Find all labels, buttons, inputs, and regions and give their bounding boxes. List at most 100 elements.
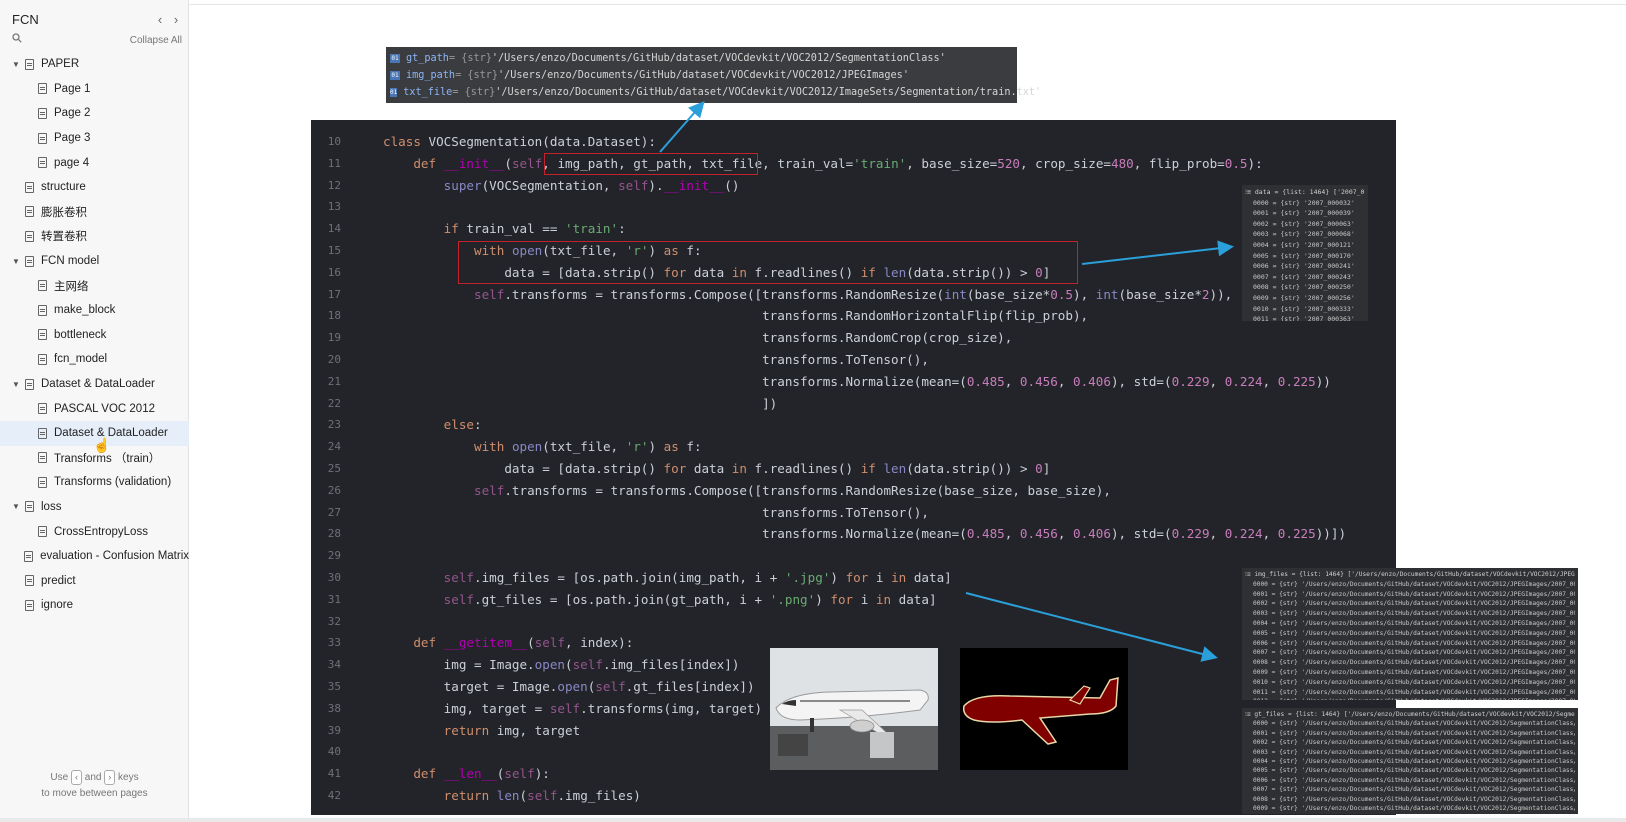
sidebar-item[interactable]: fcn_model (0, 347, 189, 372)
prev-page-button[interactable]: ‹ (152, 12, 168, 27)
popup-row[interactable]: 0006 = {str} '2007_000241' (1245, 261, 1365, 272)
popup-row[interactable]: 0009 = {str} '/Users/enzo/Documents/GitH… (1245, 804, 1575, 813)
popup-row[interactable]: 0005 = {str} '2007_000170' (1245, 251, 1365, 262)
line-number[interactable]: 34 (311, 654, 341, 676)
popup-row[interactable]: 0000 = {str} '/Users/enzo/Documents/GitH… (1245, 580, 1575, 590)
code-line[interactable]: 31 self.gt_files = [os.path.join(gt_path… (311, 589, 1396, 611)
collapse-all-button[interactable]: Collapse All (130, 35, 182, 46)
popup-row[interactable]: 0002 = {str} '/Users/enzo/Documents/GitH… (1245, 738, 1575, 747)
line-number[interactable]: 22 (311, 393, 341, 415)
sidebar-item[interactable]: 主网络 (0, 273, 189, 298)
popup-row[interactable]: 0012 = {str} '/Users/enzo/Documents/GitH… (1245, 697, 1575, 700)
next-page-button[interactable]: › (168, 12, 184, 27)
popup-row[interactable]: 0003 = {str} '/Users/enzo/Documents/GitH… (1245, 609, 1575, 619)
code-line[interactable]: 42 return len(self.img_files) (311, 785, 1396, 807)
caret-down-icon[interactable]: ▼ (10, 60, 22, 69)
sidebar-item[interactable]: ignore (0, 593, 189, 618)
code-line[interactable]: 26 self.transforms = transforms.Compose(… (311, 480, 1396, 502)
line-number[interactable]: 12 (311, 175, 341, 197)
sidebar-item[interactable]: Page 2 (0, 101, 189, 126)
code-line[interactable]: 13 (311, 196, 1396, 218)
code-line[interactable]: 28 transforms.Normalize(mean=(0.485, 0.4… (311, 523, 1396, 545)
sidebar-item[interactable]: Transforms (validation) (0, 470, 189, 495)
sidebar-item[interactable]: evaluation - Confusion Matrix (0, 544, 189, 569)
code-line[interactable]: 22 ]) (311, 393, 1396, 415)
bottom-scrollbar[interactable] (0, 818, 1626, 822)
code-line[interactable]: 11 def __init__(self, img_path, gt_path,… (311, 153, 1396, 175)
sidebar-item[interactable]: ▼ Dataset & DataLoader (0, 372, 189, 397)
popup-row[interactable]: 0001 = {str} '/Users/enzo/Documents/GitH… (1245, 590, 1575, 600)
popup-row[interactable]: 0008 = {str} '/Users/enzo/Documents/GitH… (1245, 658, 1575, 668)
line-number[interactable]: 24 (311, 436, 341, 458)
line-number[interactable]: 38 (311, 698, 341, 720)
sidebar-item[interactable]: ▼ loss (0, 495, 189, 520)
line-number[interactable]: 19 (311, 327, 341, 349)
search-icon[interactable] (12, 33, 22, 46)
popup-row[interactable]: 0000 = {str} '/Users/enzo/Documents/GitH… (1245, 719, 1575, 728)
code-line[interactable]: 29 (311, 545, 1396, 567)
sidebar-item[interactable]: ▼ FCN model (0, 249, 189, 274)
sidebar-item[interactable]: 转置卷积 (0, 224, 189, 249)
sidebar-item[interactable]: Page 3 (0, 126, 189, 151)
popup-row[interactable]: 0008 = {str} '2007_000250' (1245, 282, 1365, 293)
sidebar-item[interactable]: structure (0, 175, 189, 200)
caret-down-icon[interactable]: ▼ (10, 380, 22, 389)
popup-row[interactable]: 0004 = {str} '/Users/enzo/Documents/GitH… (1245, 619, 1575, 629)
popup-row[interactable]: 0011 = {str} '2007_000363' (1245, 314, 1365, 321)
line-number[interactable]: 23 (311, 414, 341, 436)
popup-row[interactable]: 0008 = {str} '/Users/enzo/Documents/GitH… (1245, 795, 1575, 804)
line-number[interactable]: 10 (311, 131, 341, 153)
sidebar-item[interactable]: Page 1 (0, 77, 189, 102)
popup-row[interactable]: 0010 = {str} '/Users/enzo/Documents/GitH… (1245, 813, 1575, 814)
line-number[interactable]: 16 (311, 262, 341, 284)
line-number[interactable]: 39 (311, 720, 341, 742)
line-number[interactable]: 14 (311, 218, 341, 240)
line-number[interactable]: 20 (311, 349, 341, 371)
code-line[interactable]: 24 with open(txt_file, 'r') as f: (311, 436, 1396, 458)
popup-row[interactable]: 0006 = {str} '/Users/enzo/Documents/GitH… (1245, 776, 1575, 785)
sidebar-item[interactable]: bottleneck (0, 323, 189, 348)
popup-row[interactable]: 0009 = {str} '/Users/enzo/Documents/GitH… (1245, 668, 1575, 678)
popup-row[interactable]: 0010 = {str} '/Users/enzo/Documents/GitH… (1245, 678, 1575, 688)
code-line[interactable]: 19 transforms.RandomCrop(crop_size), (311, 327, 1396, 349)
popup-row[interactable]: 0003 = {str} '2007_000068' (1245, 229, 1365, 240)
popup-row[interactable]: 0004 = {str} '/Users/enzo/Documents/GitH… (1245, 757, 1575, 766)
line-number[interactable]: 18 (311, 305, 341, 327)
code-line[interactable]: 25 data = [data.strip() for data in f.re… (311, 458, 1396, 480)
line-number[interactable]: 30 (311, 567, 341, 589)
line-number[interactable]: 31 (311, 589, 341, 611)
popup-row[interactable]: 0007 = {str} '/Users/enzo/Documents/GitH… (1245, 785, 1575, 794)
debug-var-row[interactable]: 01 gt_path = {str} '/Users/enzo/Documents… (390, 50, 1013, 67)
popup-row[interactable]: 0004 = {str} '2007_000121' (1245, 240, 1365, 251)
code-line[interactable]: 27 transforms.ToTensor(), (311, 502, 1396, 524)
sidebar-item[interactable]: predict (0, 568, 189, 593)
code-line[interactable]: 18 transforms.RandomHorizontalFlip(flip_… (311, 305, 1396, 327)
popup-row[interactable]: 0003 = {str} '/Users/enzo/Documents/GitH… (1245, 748, 1575, 757)
line-number[interactable]: 21 (311, 371, 341, 393)
debug-var-row[interactable]: 01 txt_file = {str} '/Users/enzo/Document… (390, 84, 1041, 101)
popup-row[interactable]: 0006 = {str} '/Users/enzo/Documents/GitH… (1245, 639, 1575, 649)
line-number[interactable]: 17 (311, 284, 341, 306)
code-line[interactable]: 23 else: (311, 414, 1396, 436)
popup-row[interactable]: 0001 = {str} '2007_000039' (1245, 208, 1365, 219)
line-number[interactable]: 27 (311, 502, 341, 524)
code-line[interactable]: 14 if train_val == 'train': (311, 218, 1396, 240)
code-line[interactable]: 32 (311, 611, 1396, 633)
sidebar-item[interactable]: CrossEntropyLoss (0, 519, 189, 544)
sidebar-item[interactable]: make_block (0, 298, 189, 323)
line-number[interactable]: 41 (311, 763, 341, 785)
line-number[interactable]: 11 (311, 153, 341, 175)
popup-row[interactable]: 0011 = {str} '/Users/enzo/Documents/GitH… (1245, 688, 1575, 698)
line-number[interactable]: 25 (311, 458, 341, 480)
caret-down-icon[interactable]: ▼ (10, 502, 22, 511)
popup-row[interactable]: 0007 = {str} '2007_000243' (1245, 272, 1365, 283)
line-number[interactable]: 35 (311, 676, 341, 698)
sidebar-item[interactable]: 膨胀卷积 (0, 200, 189, 225)
line-number[interactable]: 13 (311, 196, 341, 218)
popup-row[interactable]: 0001 = {str} '/Users/enzo/Documents/GitH… (1245, 729, 1575, 738)
code-line[interactable]: 17 self.transforms = transforms.Compose(… (311, 284, 1396, 306)
code-line[interactable]: 20 transforms.ToTensor(), (311, 349, 1396, 371)
line-number[interactable]: 33 (311, 632, 341, 654)
popup-row[interactable]: 0005 = {str} '/Users/enzo/Documents/GitH… (1245, 629, 1575, 639)
code-line[interactable]: 10 class VOCSegmentation(data.Dataset): (311, 131, 1396, 153)
